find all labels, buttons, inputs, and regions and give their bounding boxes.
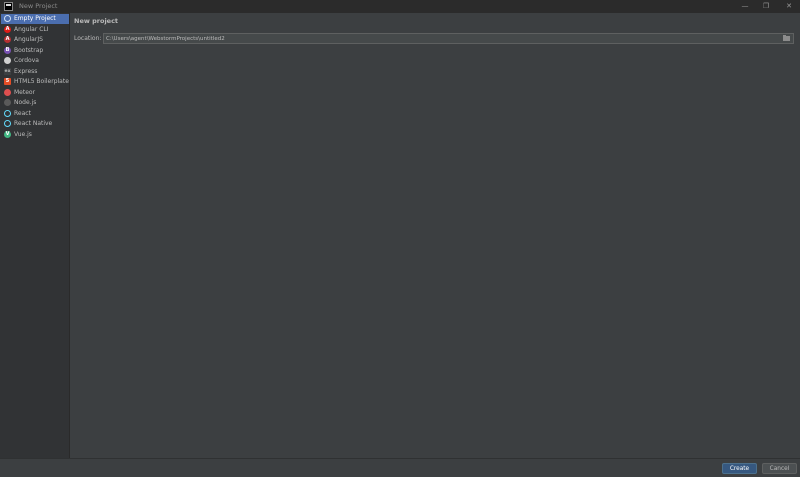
location-label: Location:	[74, 35, 102, 42]
vue-icon: V	[4, 130, 11, 138]
create-button[interactable]: Create	[722, 463, 757, 474]
title-bar: New Project — ❐ ✕	[0, 0, 800, 13]
sidebar-item-label: HTML5 Boilerplate	[14, 78, 69, 85]
sidebar-item-label: Angular CLI	[14, 25, 49, 33]
webstorm-app-icon	[4, 2, 13, 11]
sidebar-item-label: Node.js	[14, 99, 37, 106]
nodejs-icon	[4, 99, 11, 106]
meteor-icon	[4, 88, 11, 96]
angular-icon: A	[4, 25, 11, 33]
sidebar-item-meteor[interactable]: Meteor	[1, 88, 69, 98]
react-icon	[4, 109, 11, 117]
sidebar-item-react[interactable]: React	[1, 109, 69, 119]
project-type-list: Empty Project A Angular CLI A AngularJS B Boot…	[0, 13, 70, 458]
close-button[interactable]: ✕	[782, 1, 796, 11]
location-input[interactable]	[103, 33, 794, 44]
sidebar-item-label: React Native	[14, 120, 53, 127]
new-project-dialog: New Project — ❐ ✕ Empty Project A Angular …	[0, 0, 800, 477]
sidebar-item-empty-project[interactable]: Empty Project	[1, 14, 69, 24]
cordova-icon	[4, 57, 11, 64]
sidebar-item-label: AngularJS	[14, 36, 43, 43]
sidebar-item-react-native[interactable]: React Native	[1, 119, 69, 129]
cancel-button[interactable]: Cancel	[762, 463, 797, 474]
sidebar-item-node-js[interactable]: Node.js	[1, 98, 69, 108]
sidebar-item-bootstrap[interactable]: B Bootstrap	[1, 46, 69, 56]
sidebar-item-cordova[interactable]: Cordova	[1, 56, 69, 66]
empty-project-icon	[4, 15, 11, 22]
express-icon: ex	[4, 67, 11, 75]
sidebar-item-label: Meteor	[14, 88, 36, 96]
sidebar-item-label: Express	[14, 67, 38, 75]
sidebar-item-label: Bootstrap	[14, 46, 44, 54]
maximize-button[interactable]: ❐	[759, 1, 773, 11]
sidebar-item-angularjs[interactable]: A AngularJS	[1, 35, 69, 45]
project-settings-panel: New project Location:	[70, 13, 800, 458]
dialog-footer: Create Cancel	[0, 458, 800, 477]
sidebar-item-label: Cordova	[14, 57, 39, 64]
sidebar-item-vue-js[interactable]: V Vue.js	[1, 130, 69, 140]
angularjs-icon: A	[4, 36, 11, 43]
sidebar-item-express[interactable]: ex Express	[1, 67, 69, 77]
html5-icon: 5	[4, 78, 11, 85]
window-title: New Project	[19, 2, 58, 10]
sidebar-item-label: React	[14, 109, 31, 117]
bootstrap-icon: B	[4, 46, 11, 54]
sidebar-item-angular-cli[interactable]: A Angular CLI	[1, 25, 69, 35]
sidebar-item-html5-boilerplate[interactable]: 5 HTML5 Boilerplate	[1, 77, 69, 87]
minimize-button[interactable]: —	[738, 1, 752, 11]
sidebar-item-label: Vue.js	[14, 130, 32, 138]
panel-heading: New project	[74, 17, 119, 25]
sidebar-item-label: Empty Project	[14, 15, 56, 22]
react-native-icon	[4, 120, 11, 127]
browse-folder-icon[interactable]	[783, 35, 791, 42]
